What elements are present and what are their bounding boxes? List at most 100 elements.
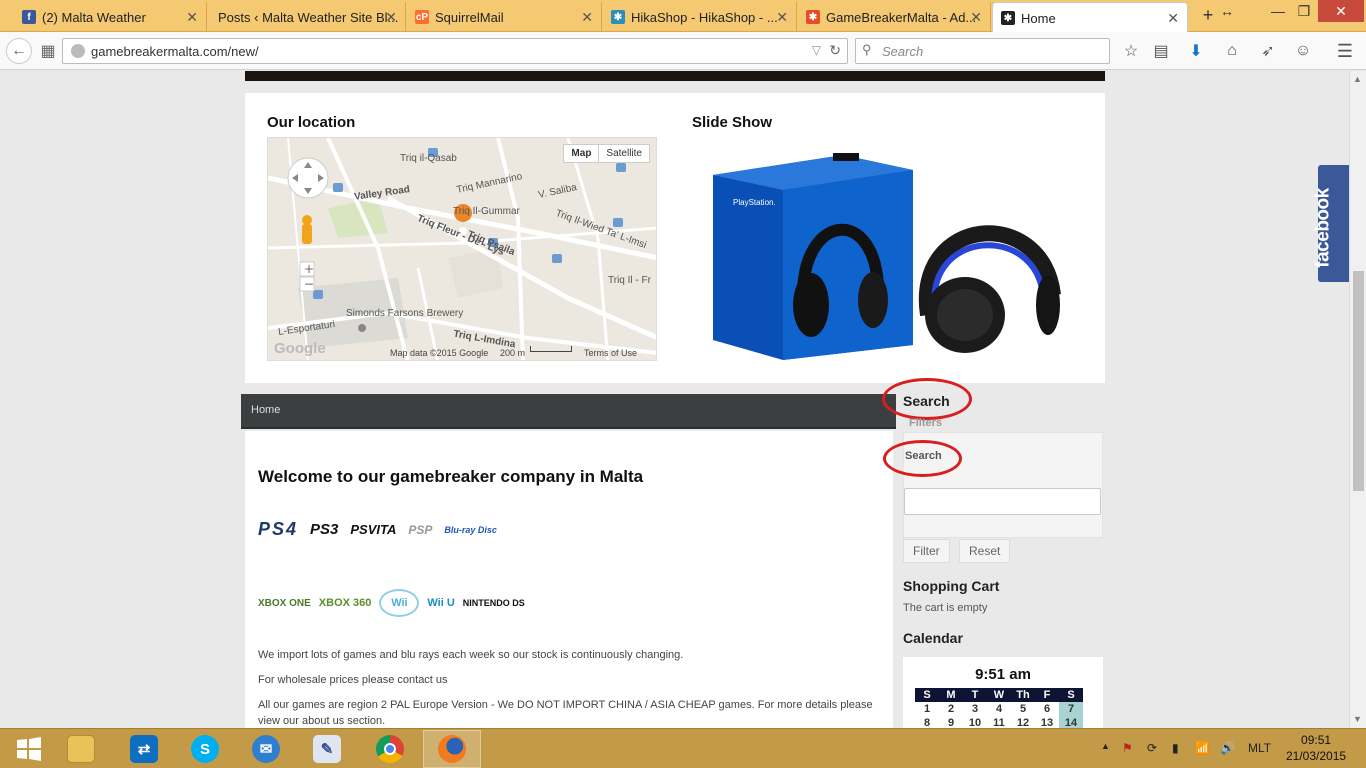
scroll-down-icon[interactable]: ▼ [1353,714,1362,724]
calendar-day[interactable]: 3 [963,702,987,716]
reload-icon[interactable]: ↻ [829,42,841,59]
search-input[interactable] [904,488,1101,515]
skype-task[interactable]: S [176,730,234,768]
home-icon[interactable]: ⌂ [1220,40,1244,62]
thunderbird-task[interactable]: ✉ [237,730,295,768]
scale-bar [530,346,572,352]
url-bar[interactable]: gamebreakermalta.com/new/ ▽ ↻ [62,38,848,64]
tab-bar: f (2) Malta Weather ✕ Posts ‹ Malta Weat… [0,0,1366,33]
satellite-view-button[interactable]: Satellite [599,145,649,162]
tab-malta-weather[interactable]: f (2) Malta Weather ✕ [14,2,207,32]
facebook-icon: f [22,10,36,24]
teamviewer-task[interactable]: ⇄ [115,730,173,768]
back-button[interactable]: ← [6,38,32,64]
hello-icon[interactable]: ☺ [1291,40,1315,62]
flag-icon[interactable]: ⚑ [1122,741,1133,755]
language-indicator[interactable]: MLT [1248,741,1271,755]
dropdown-arrow-icon[interactable]: ▽ [812,43,821,57]
slideshow-image[interactable]: PlayStation. [703,145,1063,360]
svg-text:+: + [304,262,314,276]
filter-button[interactable]: Filter [903,539,950,563]
location-map[interactable]: + − Valley Road Triq Mannarino Triq il-Q… [267,137,657,361]
headset-product-image: PlayStation. [713,153,1061,360]
network-sync-icon[interactable]: ⟳ [1147,741,1157,755]
file-explorer-task[interactable] [52,730,110,768]
url-text[interactable]: gamebreakermalta.com/new/ [91,44,259,59]
calendar-day[interactable]: 12 [1011,716,1035,728]
close-icon[interactable]: ✕ [776,9,788,26]
map-view-button[interactable]: Map [564,145,600,162]
svg-text:PlayStation.: PlayStation. [733,198,776,207]
calendar-day[interactable]: 1 [915,702,939,716]
map-data-credit: Map data ©2015 Google [390,348,489,358]
top-panel: Our location Slide Show + − Valley Road … [245,93,1105,383]
close-icon[interactable]: ✕ [970,9,982,26]
calendar-day[interactable]: 4 [987,702,1011,716]
calendar-day[interactable]: 5 [1011,702,1035,716]
maximize-button[interactable]: ❐ [1289,0,1319,22]
calendar-day[interactable]: 11 [987,716,1011,728]
firefox-task[interactable] [423,730,481,768]
page-scrollbar[interactable]: ▲ ▼ [1349,71,1366,728]
tab-label: (2) Malta Weather [42,9,146,25]
calendar-day[interactable]: 6 [1035,702,1059,716]
xbox-one-logo: XBOX ONE [258,597,311,609]
calendar-day[interactable]: 13 [1035,716,1059,728]
blank-page-icon [216,10,230,24]
search-placeholder[interactable]: Search [882,44,923,59]
close-icon[interactable]: ✕ [186,9,198,26]
bookmark-star-icon[interactable]: ☆ [1119,40,1143,62]
hikashop-icon: ✱ [611,10,625,24]
scroll-thumb[interactable] [1353,271,1364,491]
terms-of-use-link[interactable]: Terms of Use [584,348,637,358]
calendar-day[interactable]: 8 [915,716,939,728]
system-clock[interactable]: 09:51 21/03/2015 [1286,732,1346,764]
wifi-icon[interactable]: 📶 [1195,741,1210,755]
reset-button[interactable]: Reset [959,539,1011,563]
tab-posts[interactable]: Posts ‹ Malta Weather Site Bl... ✕ [208,2,406,32]
show-hidden-icons[interactable]: ▲ [1101,741,1110,751]
calendar-day[interactable]: 2 [939,702,963,716]
breadcrumb-home-link[interactable]: Home [251,404,280,416]
download-icon[interactable]: ⬇ [1184,40,1208,62]
menu-icon[interactable]: ☰ [1333,40,1357,62]
tab-gamebreaker-admin[interactable]: ✱ GameBreakerMalta - Ad... ✕ [798,2,991,32]
svg-text:−: − [304,277,314,291]
nintendo-xbox-logos: XBOX ONE XBOX 360 Wii Wii U NINTENDO DS [258,589,525,617]
tab-squirrelmail[interactable]: cP SquirrelMail ✕ [407,2,602,32]
notepad-task[interactable]: ✎ [298,730,356,768]
close-window-button[interactable]: ✕ [1318,0,1364,22]
tab-overflow-icon[interactable]: ↔ [1212,0,1242,22]
map-label: Triq il-Qasab [400,153,457,164]
show-history-icon[interactable]: ▦ [36,40,60,62]
tab-home[interactable]: ✱ Home ✕ [992,2,1188,33]
facebook-like-tab[interactable]: facebook [1313,165,1349,282]
wii-logo: Wii [379,589,420,617]
power-icon[interactable]: ▮ [1172,741,1179,755]
calendar-day[interactable]: 7 [1059,702,1083,716]
calendar-title: Calendar [903,630,963,646]
calendar-day[interactable]: 14 [1059,716,1083,728]
close-icon[interactable]: ✕ [581,9,593,26]
google-logo[interactable]: Google [274,340,326,357]
map-scale: 200 m [500,348,526,358]
close-icon[interactable]: ✕ [1167,10,1179,27]
calendar-day[interactable]: 10 [963,716,987,728]
send-icon[interactable]: ➶ [1256,40,1280,62]
start-button[interactable] [0,730,58,768]
volume-icon[interactable]: 🔊 [1220,741,1235,755]
article-title: Welcome to our gamebreaker company in Ma… [258,467,644,486]
bookmarks-list-icon[interactable]: ▤ [1149,40,1173,62]
scroll-up-icon[interactable]: ▲ [1353,74,1362,84]
tab-label: Home [1021,10,1056,26]
search-icon: ⚲ [862,42,872,57]
map-label: Triq Il-Gummar [453,206,520,217]
calendar-header-row: S M T W Th F S [915,688,1091,702]
chrome-task[interactable] [361,730,419,768]
map-footer: Google Map data ©2015 Google 200 m Terms… [268,340,656,360]
tab-hikashop[interactable]: ✱ HikaShop - HikaShop - ... ✕ [603,2,797,32]
day-header: T [963,688,987,702]
close-icon[interactable]: ✕ [385,9,397,26]
search-bar[interactable]: ⚲ Search [855,38,1110,64]
calendar-day[interactable]: 9 [939,716,963,728]
